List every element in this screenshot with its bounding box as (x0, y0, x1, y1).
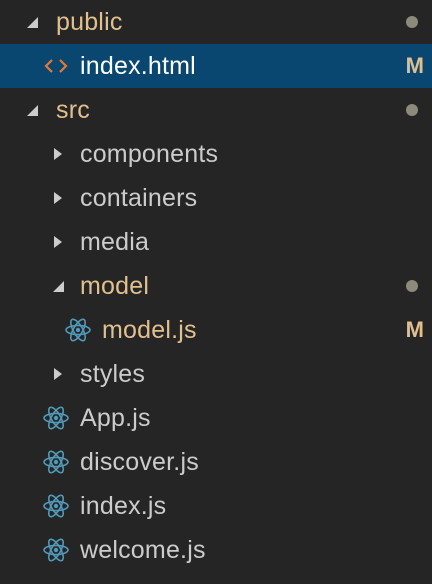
tree-item-components[interactable]: components (0, 132, 432, 176)
tree-item-label: containers (80, 184, 198, 212)
tree-item-label: discover.js (80, 448, 199, 476)
tree-item-label: model (80, 272, 150, 300)
tree-item-media[interactable]: media (0, 220, 432, 264)
html-code-icon (42, 52, 70, 80)
react-icon (42, 536, 70, 564)
tree-item-src[interactable]: src (0, 88, 432, 132)
react-icon (42, 448, 70, 476)
tree-item-label: src (56, 96, 90, 124)
tree-item-label: model.js (102, 316, 197, 344)
chevron-right-icon[interactable] (46, 362, 70, 386)
tree-item-label: styles (80, 360, 146, 388)
file-explorer-tree: public index.html M src components conta… (0, 0, 432, 584)
tree-item-label: welcome.js (80, 536, 206, 564)
tree-item-styles[interactable]: styles (0, 352, 432, 396)
modified-dot (406, 104, 418, 116)
react-icon (42, 492, 70, 520)
chevron-down-icon[interactable] (46, 274, 70, 298)
chevron-right-icon[interactable] (46, 230, 70, 254)
chevron-down-icon[interactable] (20, 98, 44, 122)
tree-item-label: App.js (80, 404, 151, 432)
react-icon (42, 404, 70, 432)
chevron-right-icon[interactable] (46, 142, 70, 166)
modified-dot (406, 280, 418, 292)
tree-item-welcome-js[interactable]: welcome.js (0, 528, 432, 572)
tree-item-label: index.html (80, 52, 196, 80)
chevron-down-icon[interactable] (20, 10, 44, 34)
tree-item-model-js[interactable]: model.js M (0, 308, 432, 352)
tree-item-model[interactable]: model (0, 264, 432, 308)
tree-item-containers[interactable]: containers (0, 176, 432, 220)
tree-item-label: public (56, 8, 123, 36)
chevron-right-icon[interactable] (46, 186, 70, 210)
tree-item-discover-js[interactable]: discover.js (0, 440, 432, 484)
tree-item-label: index.js (80, 492, 167, 520)
tree-item-label: media (80, 228, 150, 256)
tree-item-index-html[interactable]: index.html M (0, 44, 432, 88)
modified-dot (406, 16, 418, 28)
react-icon (64, 316, 92, 344)
tree-item-index-js[interactable]: index.js (0, 484, 432, 528)
tree-item-public[interactable]: public (0, 0, 432, 44)
git-modified-badge: M (405, 317, 424, 342)
git-modified-badge: M (405, 53, 424, 78)
tree-item-app-js[interactable]: App.js (0, 396, 432, 440)
tree-item-label: components (80, 140, 219, 168)
